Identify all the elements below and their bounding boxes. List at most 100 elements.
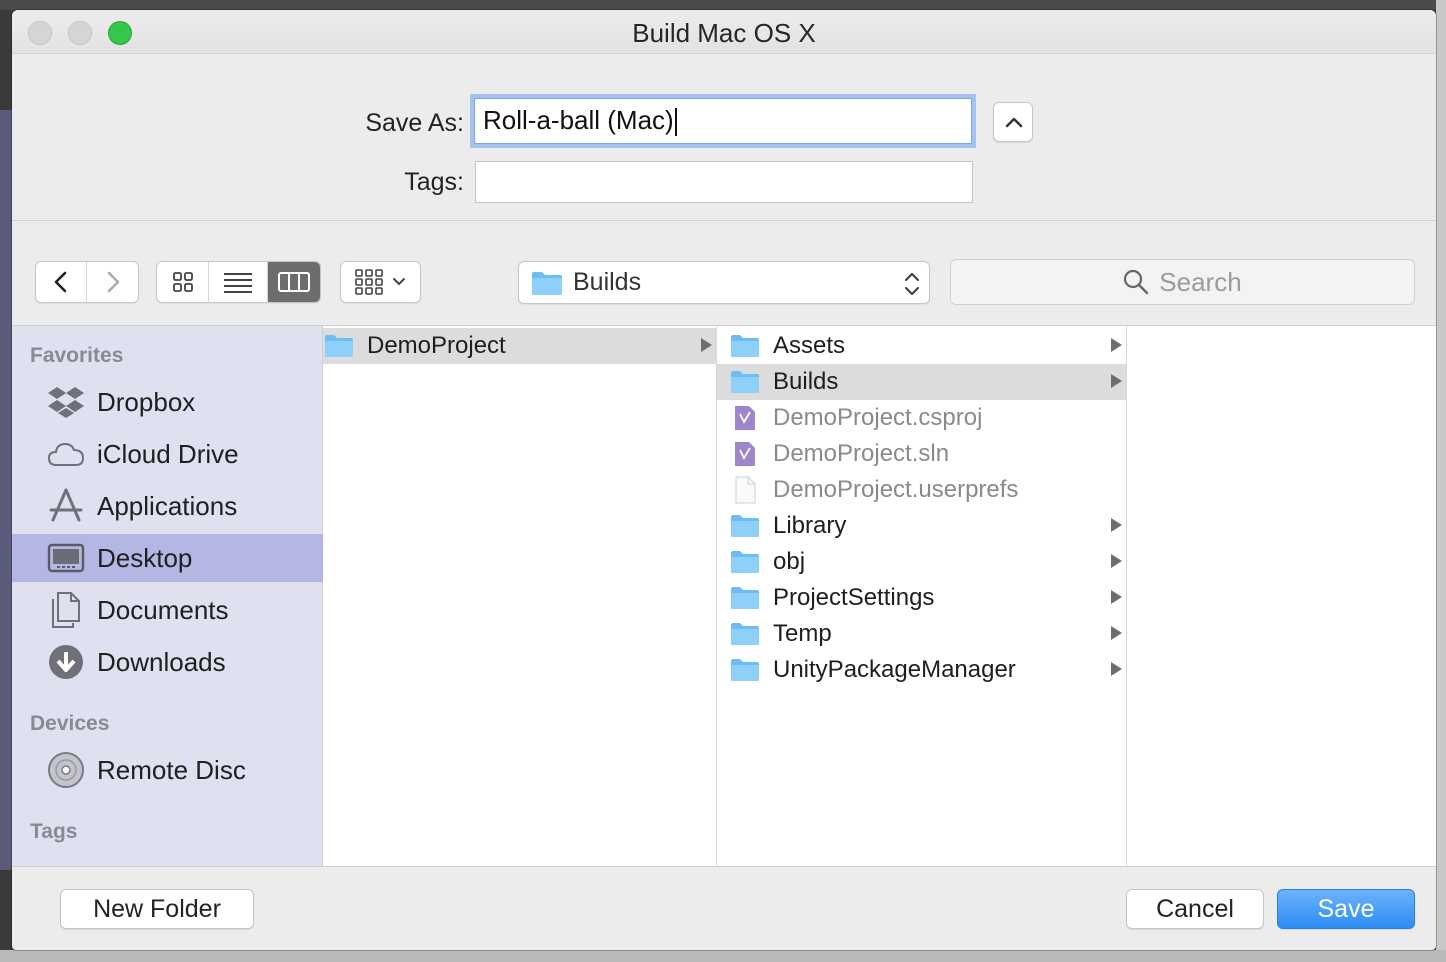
background-app-bottom xyxy=(0,950,1446,962)
disc-icon xyxy=(47,751,85,789)
sidebar-item-remote-disc[interactable]: Remote Disc xyxy=(12,746,323,794)
save-as-input[interactable]: Roll-a-ball (Mac) xyxy=(470,94,976,148)
title-bar: Build Mac OS X xyxy=(12,10,1436,54)
blank-file-icon xyxy=(729,476,761,504)
list-item[interactable]: DemoProject.userprefs xyxy=(717,472,1126,508)
search-placeholder: Search xyxy=(1159,266,1242,297)
column-view-button[interactable] xyxy=(267,262,320,302)
downloads-icon xyxy=(47,643,85,681)
sidebar-item-icloud-drive[interactable]: iCloud Drive xyxy=(12,430,323,478)
arrange-button[interactable] xyxy=(341,262,420,302)
disclosure-arrow-icon xyxy=(701,338,712,352)
folder-icon xyxy=(729,369,761,395)
window-title: Build Mac OS X xyxy=(632,18,816,48)
save-as-label: Save As: xyxy=(365,109,464,137)
arrange-grid-icon xyxy=(354,269,383,295)
background-app-left xyxy=(0,110,12,870)
list-item[interactable]: DemoProject.csproj xyxy=(717,400,1126,436)
disclosure-arrow-icon xyxy=(1111,662,1122,676)
disclosure-arrow-icon xyxy=(1111,590,1122,604)
list-view-icon xyxy=(224,273,252,293)
list-item[interactable]: UnityPackageManager xyxy=(717,652,1126,688)
item-label: obj xyxy=(773,548,806,575)
disclosure-arrow-icon xyxy=(1111,554,1122,568)
location-label: Builds xyxy=(573,268,642,296)
sidebar-item-label: Applications xyxy=(97,490,238,521)
desktop-icon xyxy=(47,539,85,577)
sidebar: Favorites Dropbox iCloud Drive Applicati… xyxy=(12,326,323,866)
sidebar-item-label: Documents xyxy=(97,594,229,625)
item-label: Builds xyxy=(773,368,839,395)
item-label: DemoProject.csproj xyxy=(773,404,983,431)
sidebar-item-label: Desktop xyxy=(97,542,193,573)
tags-header: Tags xyxy=(30,820,78,843)
folder-icon xyxy=(729,657,761,683)
icon-view-button[interactable] xyxy=(157,262,210,302)
cancel-button[interactable]: Cancel xyxy=(1126,889,1264,929)
disclosure-arrow-icon xyxy=(1111,338,1122,352)
column-3 xyxy=(1127,326,1436,866)
save-as-value: Roll-a-ball (Mac) xyxy=(483,105,674,135)
file-browser: Favorites Dropbox iCloud Drive Applicati… xyxy=(12,325,1436,867)
item-label: DemoProject.sln xyxy=(773,440,950,467)
sidebar-item-documents[interactable]: Documents xyxy=(12,586,323,634)
header-divider xyxy=(12,220,1436,221)
folder-icon xyxy=(729,513,761,539)
search-field[interactable]: Search xyxy=(950,259,1415,305)
item-label: Assets xyxy=(773,332,846,359)
column-view-icon xyxy=(277,272,310,292)
sidebar-item-label: iCloud Drive xyxy=(97,438,239,469)
sidebar-item-dropbox[interactable]: Dropbox xyxy=(12,378,323,426)
sidebar-item-label: Dropbox xyxy=(97,386,196,417)
icon-view-icon xyxy=(172,272,193,292)
chevron-up-icon xyxy=(1005,117,1023,128)
sidebar-item-label: Downloads xyxy=(97,646,226,677)
disclosure-arrow-icon xyxy=(1111,374,1122,388)
item-label: DemoProject xyxy=(367,332,506,359)
text-caret xyxy=(674,108,677,137)
item-label: UnityPackageManager xyxy=(773,656,1016,683)
column-1: DemoProject xyxy=(323,326,717,866)
sidebar-item-applications[interactable]: Applications xyxy=(12,482,323,530)
item-label: ProjectSettings xyxy=(773,584,935,611)
save-button[interactable]: Save xyxy=(1277,889,1415,929)
disclosure-arrow-icon xyxy=(1111,518,1122,532)
list-view-button[interactable] xyxy=(209,262,268,302)
forward-button[interactable] xyxy=(87,262,138,302)
list-item[interactable]: DemoProject xyxy=(323,328,716,364)
list-item[interactable]: Temp xyxy=(717,616,1126,652)
disclosure-arrow-icon xyxy=(1111,626,1122,640)
chevron-right-icon xyxy=(107,271,119,293)
back-button[interactable] xyxy=(36,262,88,302)
location-popup[interactable]: Builds xyxy=(518,261,930,304)
visual-studio-file-icon xyxy=(729,441,761,467)
item-label: DemoProject.userprefs xyxy=(773,476,1019,503)
folder-icon xyxy=(323,333,355,359)
folder-icon xyxy=(729,585,761,611)
save-dialog: Build Mac OS X Save As: Roll-a-ball (Mac… xyxy=(12,10,1436,950)
favorites-header: Favorites xyxy=(30,344,124,367)
list-item[interactable]: DemoProject.sln xyxy=(717,436,1126,472)
list-item[interactable]: Assets xyxy=(717,328,1126,364)
list-item[interactable]: obj xyxy=(717,544,1126,580)
new-folder-button[interactable]: New Folder xyxy=(60,889,254,929)
expand-dialog-button[interactable] xyxy=(993,102,1033,142)
dropbox-icon xyxy=(47,383,85,421)
sidebar-item-downloads[interactable]: Downloads xyxy=(12,638,323,686)
folder-icon xyxy=(729,621,761,647)
column-2: Assets Builds DemoProject.csproj DemoPro… xyxy=(717,326,1127,866)
visual-studio-file-icon xyxy=(729,405,761,431)
list-item[interactable]: Library xyxy=(717,508,1126,544)
sidebar-item-label: Remote Disc xyxy=(97,754,246,785)
cloud-icon xyxy=(47,435,85,473)
background-app-right xyxy=(1436,0,1446,962)
folder-icon xyxy=(729,549,761,575)
sidebar-item-desktop[interactable]: Desktop xyxy=(12,534,323,582)
tags-input[interactable] xyxy=(475,161,973,203)
arrange-menu-button[interactable] xyxy=(340,261,421,303)
list-item[interactable]: Builds xyxy=(717,364,1126,400)
list-item[interactable]: ProjectSettings xyxy=(717,580,1126,616)
applications-icon xyxy=(47,487,85,525)
view-mode-control xyxy=(156,261,321,303)
tags-label: Tags: xyxy=(404,168,464,196)
